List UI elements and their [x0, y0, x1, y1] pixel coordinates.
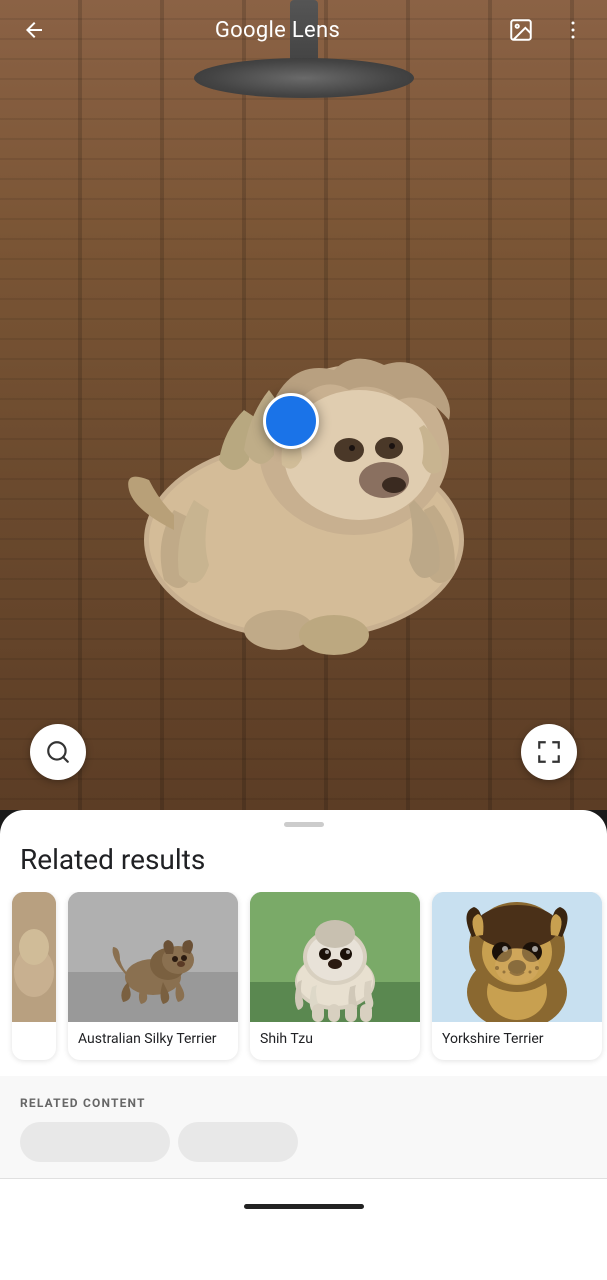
list-item[interactable]: Yorkshire Terrier: [432, 892, 602, 1060]
results-panel: Related results: [0, 810, 607, 1280]
bottom-nav: [0, 1178, 607, 1234]
search-button[interactable]: [30, 724, 86, 780]
content-chip[interactable]: [20, 1122, 170, 1162]
results-title: Related results: [0, 843, 607, 892]
top-bar: Google Lens: [0, 0, 607, 60]
selection-dot[interactable]: [263, 393, 319, 449]
related-content-section: RELATED CONTENT: [0, 1076, 607, 1178]
content-chip[interactable]: [178, 1122, 298, 1162]
back-button[interactable]: [16, 12, 52, 48]
cards-row: Australian Silky Terrier: [0, 892, 607, 1068]
list-item[interactable]: Australian Silky Terrier: [68, 892, 238, 1060]
gallery-button[interactable]: [503, 12, 539, 48]
card-label-2: Yorkshire Terrier: [432, 1022, 602, 1060]
list-item[interactable]: [12, 892, 56, 1060]
drag-handle[interactable]: [284, 822, 324, 827]
app-title: Google Lens: [215, 18, 340, 43]
top-bar-actions: [503, 12, 591, 48]
photo-area: [0, 0, 607, 810]
related-content-title: RELATED CONTENT: [20, 1096, 587, 1110]
card-label-1: Shih Tzu: [250, 1022, 420, 1060]
card-label-0: Australian Silky Terrier: [68, 1022, 238, 1060]
more-button[interactable]: [555, 12, 591, 48]
home-indicator: [244, 1204, 364, 1209]
crop-button[interactable]: [521, 724, 577, 780]
list-item[interactable]: Shih Tzu: [250, 892, 420, 1060]
